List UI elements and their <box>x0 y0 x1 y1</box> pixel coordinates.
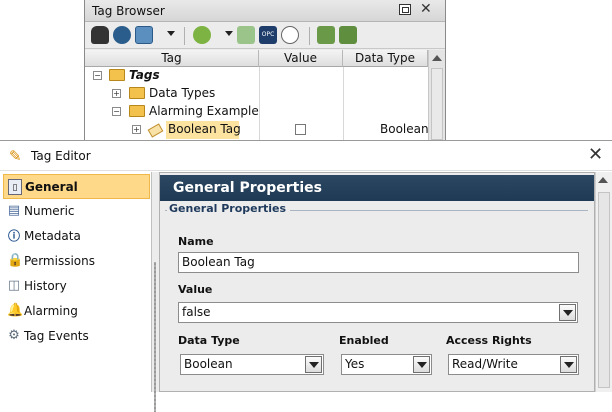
access-rights-label: Access Rights <box>446 334 532 347</box>
value-select-text: false <box>182 305 211 319</box>
tag-editor-titlebar: ✎ Tag Editor ✕ <box>0 141 612 171</box>
opc-icon[interactable]: OPC <box>259 26 277 44</box>
sidebar-item-label: Metadata <box>24 229 81 243</box>
tag-editor-window: ✎ Tag Editor ✕ ▯ General ▤ Numeric ⓘ Met… <box>0 140 612 412</box>
info-icon: ⓘ <box>7 229 20 243</box>
toolbar-divider <box>309 27 310 45</box>
tag-icon <box>147 123 164 138</box>
pencil-icon: ✎ <box>9 147 22 165</box>
chevron-down-icon[interactable] <box>167 31 175 36</box>
folder-icon <box>109 69 125 81</box>
tree-label: Tags <box>129 68 160 82</box>
access-rights-select-text: Read/Write <box>452 357 518 371</box>
collapse-icon[interactable]: − <box>112 107 121 116</box>
column-header-value[interactable]: Value <box>259 50 343 67</box>
name-input[interactable]: Boolean Tag <box>178 252 579 273</box>
general-properties-panel: General Properties General Properties Na… <box>159 172 595 392</box>
float-window-icon[interactable] <box>399 4 411 15</box>
tree-label: Data Types <box>149 86 216 100</box>
splitter-grip <box>154 262 156 412</box>
sidebar-item-history[interactable]: ◫ History <box>3 274 150 299</box>
gears-icon: ⚙ <box>8 328 20 343</box>
chevron-down-icon[interactable] <box>560 356 577 373</box>
enabled-select-text: Yes <box>345 357 365 371</box>
collapse-icon[interactable]: − <box>93 71 102 80</box>
sidebar-item-general[interactable]: ▯ General <box>3 174 150 199</box>
value-select[interactable]: false <box>178 302 578 323</box>
edit-tag-icon[interactable] <box>237 26 255 44</box>
scroll-thumb[interactable] <box>431 68 443 140</box>
group-title: General Properties <box>167 202 291 215</box>
sidebar-item-alarming[interactable]: 🔔 Alarming <box>3 299 150 324</box>
data-type-label: Data Type <box>178 334 240 347</box>
sidebar-item-label: Permissions <box>24 254 95 268</box>
column-header-tag[interactable]: Tag <box>85 50 259 67</box>
sidebar-item-label: General <box>25 180 78 194</box>
chevron-down-icon[interactable] <box>413 356 430 373</box>
tree-row-boolean-tag[interactable]: + Boolean Tag Boolean <box>85 121 429 139</box>
value-checkbox[interactable] <box>295 124 306 135</box>
scroll-up-icon[interactable] <box>598 177 608 183</box>
general-icon: ▯ <box>8 179 22 195</box>
sidebar-splitter[interactable] <box>152 172 159 412</box>
binoculars-icon[interactable] <box>91 26 109 44</box>
tree-row-tags[interactable]: − Tags <box>85 67 259 85</box>
general-properties-group: General Properties Name Boolean Tag Valu… <box>165 202 588 400</box>
sidebar-item-label: Tag Events <box>24 329 89 343</box>
export-icon[interactable] <box>339 26 357 44</box>
stopwatch-icon[interactable] <box>281 26 299 44</box>
close-icon[interactable]: ✕ <box>420 1 432 17</box>
data-type-select-text: Boolean <box>184 357 233 371</box>
tag-browser-toolbar: OPC <box>85 23 445 49</box>
enabled-label: Enabled <box>339 334 389 347</box>
tag-browser-titlebar: Tag Browser ✕ <box>85 0 445 22</box>
tree-row-alarming-example[interactable]: − Alarming Example <box>85 103 259 121</box>
tag-browser-title: Tag Browser <box>92 4 165 18</box>
bell-icon: 🔔 <box>7 303 24 318</box>
tag-editor-sidebar: ▯ General ▤ Numeric ⓘ Metadata 🔒 Permiss… <box>0 172 152 392</box>
tag-browser-panel: Tag Browser ✕ OPC Tag Value Data Type − … <box>84 0 446 140</box>
sidebar-item-label: Alarming <box>24 304 78 318</box>
import-icon[interactable] <box>317 26 335 44</box>
sidebar-item-label: History <box>24 279 67 293</box>
column-header-data-type[interactable]: Data Type <box>343 50 428 67</box>
refresh-icon[interactable] <box>113 26 131 44</box>
table-icon[interactable] <box>135 26 153 44</box>
sidebar-item-tag-events[interactable]: ⚙ Tag Events <box>3 324 150 349</box>
editor-scrollbar[interactable] <box>595 172 612 392</box>
data-type-select[interactable]: Boolean <box>180 354 324 375</box>
scroll-up-icon[interactable] <box>432 55 442 61</box>
folder-icon <box>129 87 145 99</box>
lock-icon: 🔒 <box>7 253 24 268</box>
sidebar-item-metadata[interactable]: ⓘ Metadata <box>3 224 150 249</box>
tag-editor-title: Tag Editor <box>31 149 91 163</box>
chevron-down-icon[interactable] <box>225 31 233 36</box>
enabled-select[interactable]: Yes <box>341 354 432 375</box>
add-tag-icon[interactable] <box>193 26 211 44</box>
sidebar-item-label: Numeric <box>24 204 75 218</box>
scroll-thumb[interactable] <box>598 192 610 388</box>
chevron-down-icon[interactable] <box>559 304 576 321</box>
value-label: Value <box>178 283 213 296</box>
folder-icon <box>129 105 145 117</box>
expand-icon[interactable]: + <box>112 89 121 98</box>
history-icon: ◫ <box>7 278 21 293</box>
sidebar-item-permissions[interactable]: 🔒 Permissions <box>3 249 150 274</box>
data-type-cell: Boolean <box>380 122 429 136</box>
name-label: Name <box>178 235 214 248</box>
access-rights-select[interactable]: Read/Write <box>448 354 579 375</box>
expand-icon[interactable]: + <box>132 125 141 134</box>
sidebar-item-numeric[interactable]: ▤ Numeric <box>3 199 150 224</box>
chevron-down-icon[interactable] <box>305 356 322 373</box>
section-banner: General Properties <box>160 175 594 201</box>
toolbar-divider <box>184 27 185 45</box>
numeric-icon: ▤ <box>7 203 21 218</box>
tag-browser-scrollbar[interactable] <box>428 50 445 140</box>
tag-tree-table: Tag Value Data Type − Tags + Data Types … <box>85 50 445 140</box>
tree-row-data-types[interactable]: + Data Types <box>85 85 259 103</box>
tree-label-selected: Boolean Tag <box>166 121 241 139</box>
section-banner-title: General Properties <box>173 180 322 196</box>
tree-label: Alarming Example <box>149 104 259 118</box>
close-icon[interactable]: ✕ <box>588 144 603 165</box>
